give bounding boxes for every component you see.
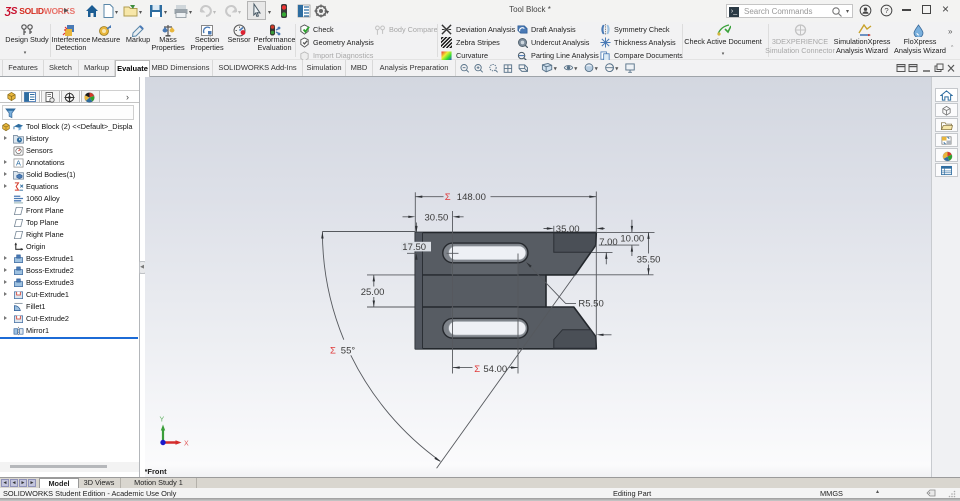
svg-text:X: X <box>184 441 189 448</box>
svg-text:55°: 55° <box>341 345 356 356</box>
svg-text:A: A <box>16 159 21 168</box>
svg-text:Y: Y <box>160 417 165 424</box>
svg-text:?: ? <box>884 6 888 15</box>
svg-text:7.00: 7.00 <box>599 237 618 248</box>
svg-text:▾: ▾ <box>615 65 619 72</box>
svg-text:▾: ▾ <box>595 65 599 72</box>
svg-text:35.50: 35.50 <box>637 255 661 266</box>
svg-text:R5.50: R5.50 <box>578 299 603 310</box>
svg-text:Σ: Σ <box>330 345 336 356</box>
svg-text:Σ: Σ <box>474 364 480 375</box>
svg-text:*Front: *Front <box>145 467 168 476</box>
svg-text:25.00: 25.00 <box>361 287 385 298</box>
svg-text:10.00: 10.00 <box>620 234 644 245</box>
svg-text:30.50: 30.50 <box>425 212 449 223</box>
svg-text:▾: ▾ <box>574 65 578 72</box>
svg-text:35.00: 35.00 <box>556 224 580 235</box>
svg-text:54.00: 54.00 <box>483 364 507 375</box>
svg-text:148.00: 148.00 <box>457 192 486 203</box>
svg-text:17.50: 17.50 <box>402 242 426 253</box>
svg-text:▾: ▾ <box>554 65 558 72</box>
svg-text:Σ: Σ <box>445 192 451 203</box>
